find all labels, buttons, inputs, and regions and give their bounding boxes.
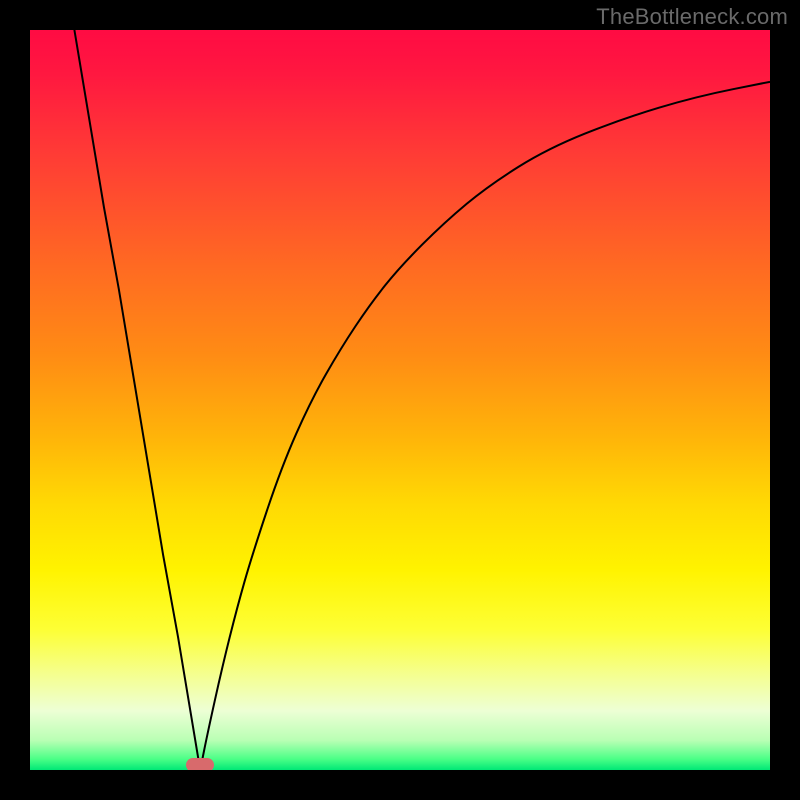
curve-path (74, 30, 770, 770)
bottleneck-curve (30, 30, 770, 770)
chart-frame: TheBottleneck.com (0, 0, 800, 800)
plot-area (30, 30, 770, 770)
sweet-spot-marker (186, 758, 214, 770)
watermark-text: TheBottleneck.com (596, 4, 788, 30)
